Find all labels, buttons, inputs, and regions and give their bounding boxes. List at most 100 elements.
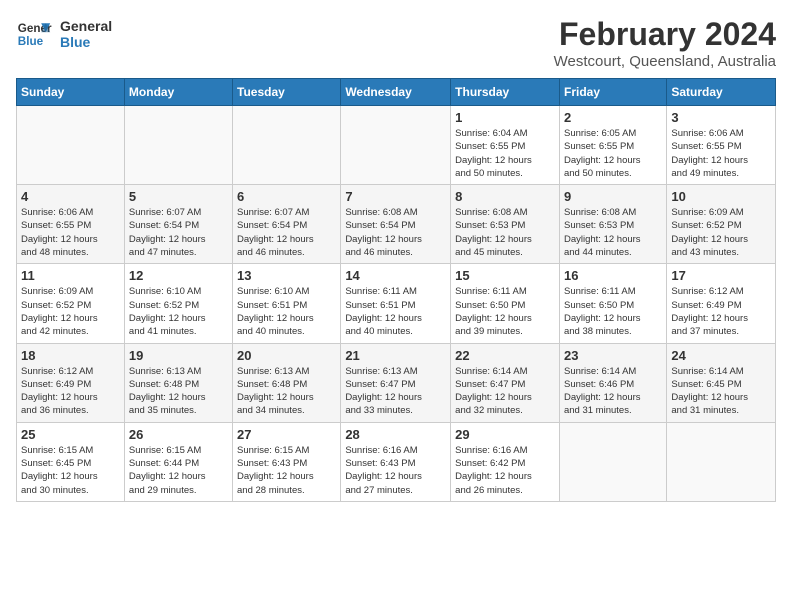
calendar-cell [667,422,776,501]
calendar-week-row: 4 Sunrise: 6:06 AM Sunset: 6:55 PM Daylig… [17,185,776,264]
calendar-cell: 5Sunrise: 6:07 AM Sunset: 6:54 PM Daylig… [124,185,232,264]
day-header-thursday: Thursday [451,79,560,106]
page-header: General Blue General Blue February 2024 … [16,16,776,70]
location-subtitle: Westcourt, Queensland, Australia [554,53,776,70]
day-number: 4 [21,189,120,204]
day-info: Sunrise: 6:07 AM Sunset: 6:54 PM Dayligh… [237,206,336,259]
calendar-cell: 1 Sunrise: 6:04 AM Sunset: 6:55 PM Daylig… [451,106,560,185]
day-number: 22 [455,348,555,363]
day-number: 26 [129,427,228,442]
day-number: 15 [455,268,555,283]
calendar-cell: 24Sunrise: 6:14 AM Sunset: 6:45 PM Dayli… [667,343,776,422]
calendar-week-row: 1 Sunrise: 6:04 AM Sunset: 6:55 PM Daylig… [17,106,776,185]
day-header-saturday: Saturday [667,79,776,106]
day-number: 17 [671,268,771,283]
day-info: Sunrise: 6:15 AM Sunset: 6:45 PM Dayligh… [21,444,120,497]
calendar-table: SundayMondayTuesdayWednesdayThursdayFrid… [16,78,776,502]
day-info: Sunrise: 6:14 AM Sunset: 6:46 PM Dayligh… [564,365,662,418]
day-info: Sunrise: 6:11 AM Sunset: 6:51 PM Dayligh… [345,285,446,338]
logo-icon: General Blue [16,16,52,52]
day-info: Sunrise: 6:13 AM Sunset: 6:47 PM Dayligh… [345,365,446,418]
day-number: 28 [345,427,446,442]
logo: General Blue General Blue [16,16,112,52]
calendar-cell: 13 Sunrise: 6:10 AM Sunset: 6:51 PM Dayli… [233,264,341,343]
day-number: 12 [129,268,228,283]
day-number: 6 [237,189,336,204]
calendar-cell [17,106,125,185]
day-info: Sunrise: 6:09 AM Sunset: 6:52 PM Dayligh… [671,206,771,259]
calendar-cell: 16 Sunrise: 6:11 AM Sunset: 6:50 PM Dayli… [559,264,666,343]
day-info: Sunrise: 6:15 AM Sunset: 6:44 PM Dayligh… [129,444,228,497]
calendar-cell: 23 Sunrise: 6:14 AM Sunset: 6:46 PM Dayli… [559,343,666,422]
day-number: 21 [345,348,446,363]
calendar-cell: 26 Sunrise: 6:15 AM Sunset: 6:44 PM Dayli… [124,422,232,501]
day-info: Sunrise: 6:12 AM Sunset: 6:49 PM Dayligh… [21,365,120,418]
day-number: 7 [345,189,446,204]
calendar-cell: 2 Sunrise: 6:05 AM Sunset: 6:55 PM Daylig… [559,106,666,185]
day-number: 1 [455,110,555,125]
svg-text:Blue: Blue [18,35,44,48]
day-info: Sunrise: 6:13 AM Sunset: 6:48 PM Dayligh… [129,365,228,418]
day-number: 5 [129,189,228,204]
title-block: February 2024 Westcourt, Queensland, Aus… [554,16,776,70]
calendar-cell: 8 Sunrise: 6:08 AM Sunset: 6:53 PM Daylig… [451,185,560,264]
calendar-cell: 27 Sunrise: 6:15 AM Sunset: 6:43 PM Dayli… [233,422,341,501]
day-header-monday: Monday [124,79,232,106]
calendar-cell [559,422,666,501]
day-info: Sunrise: 6:08 AM Sunset: 6:54 PM Dayligh… [345,206,446,259]
day-number: 19 [129,348,228,363]
day-number: 25 [21,427,120,442]
day-number: 13 [237,268,336,283]
day-info: Sunrise: 6:10 AM Sunset: 6:51 PM Dayligh… [237,285,336,338]
day-number: 24 [671,348,771,363]
calendar-cell: 11 Sunrise: 6:09 AM Sunset: 6:52 PM Dayli… [17,264,125,343]
day-info: Sunrise: 6:04 AM Sunset: 6:55 PM Dayligh… [455,127,555,180]
day-info: Sunrise: 6:11 AM Sunset: 6:50 PM Dayligh… [564,285,662,338]
day-number: 2 [564,110,662,125]
day-info: Sunrise: 6:12 AM Sunset: 6:49 PM Dayligh… [671,285,771,338]
month-title: February 2024 [554,16,776,53]
calendar-cell [124,106,232,185]
day-number: 8 [455,189,555,204]
day-number: 11 [21,268,120,283]
calendar-header-row: SundayMondayTuesdayWednesdayThursdayFrid… [17,79,776,106]
day-info: Sunrise: 6:10 AM Sunset: 6:52 PM Dayligh… [129,285,228,338]
day-info: Sunrise: 6:06 AM Sunset: 6:55 PM Dayligh… [21,206,120,259]
calendar-cell: 3Sunrise: 6:06 AM Sunset: 6:55 PM Daylig… [667,106,776,185]
day-header-tuesday: Tuesday [233,79,341,106]
day-number: 27 [237,427,336,442]
day-number: 9 [564,189,662,204]
calendar-cell: 12 Sunrise: 6:10 AM Sunset: 6:52 PM Dayli… [124,264,232,343]
day-number: 29 [455,427,555,442]
calendar-week-row: 25 Sunrise: 6:15 AM Sunset: 6:45 PM Dayli… [17,422,776,501]
calendar-cell: 28 Sunrise: 6:16 AM Sunset: 6:43 PM Dayli… [341,422,451,501]
calendar-cell: 4 Sunrise: 6:06 AM Sunset: 6:55 PM Daylig… [17,185,125,264]
day-number: 18 [21,348,120,363]
day-info: Sunrise: 6:16 AM Sunset: 6:43 PM Dayligh… [345,444,446,497]
calendar-cell: 15 Sunrise: 6:11 AM Sunset: 6:50 PM Dayli… [451,264,560,343]
day-info: Sunrise: 6:08 AM Sunset: 6:53 PM Dayligh… [455,206,555,259]
day-info: Sunrise: 6:16 AM Sunset: 6:42 PM Dayligh… [455,444,555,497]
calendar-cell: 25 Sunrise: 6:15 AM Sunset: 6:45 PM Dayli… [17,422,125,501]
day-number: 23 [564,348,662,363]
calendar-cell: 17 Sunrise: 6:12 AM Sunset: 6:49 PM Dayli… [667,264,776,343]
calendar-cell: 9Sunrise: 6:08 AM Sunset: 6:53 PM Daylig… [559,185,666,264]
day-info: Sunrise: 6:05 AM Sunset: 6:55 PM Dayligh… [564,127,662,180]
day-info: Sunrise: 6:11 AM Sunset: 6:50 PM Dayligh… [455,285,555,338]
calendar-cell: 19 Sunrise: 6:13 AM Sunset: 6:48 PM Dayli… [124,343,232,422]
calendar-week-row: 11 Sunrise: 6:09 AM Sunset: 6:52 PM Dayli… [17,264,776,343]
calendar-cell [233,106,341,185]
day-number: 3 [671,110,771,125]
day-number: 20 [237,348,336,363]
calendar-cell: 14Sunrise: 6:11 AM Sunset: 6:51 PM Dayli… [341,264,451,343]
calendar-cell [341,106,451,185]
logo-text-line1: General [60,18,112,34]
calendar-cell: 18 Sunrise: 6:12 AM Sunset: 6:49 PM Dayli… [17,343,125,422]
calendar-cell: 21 Sunrise: 6:13 AM Sunset: 6:47 PM Dayli… [341,343,451,422]
day-header-sunday: Sunday [17,79,125,106]
calendar-cell: 22Sunrise: 6:14 AM Sunset: 6:47 PM Dayli… [451,343,560,422]
day-number: 16 [564,268,662,283]
day-number: 10 [671,189,771,204]
day-info: Sunrise: 6:15 AM Sunset: 6:43 PM Dayligh… [237,444,336,497]
day-info: Sunrise: 6:09 AM Sunset: 6:52 PM Dayligh… [21,285,120,338]
